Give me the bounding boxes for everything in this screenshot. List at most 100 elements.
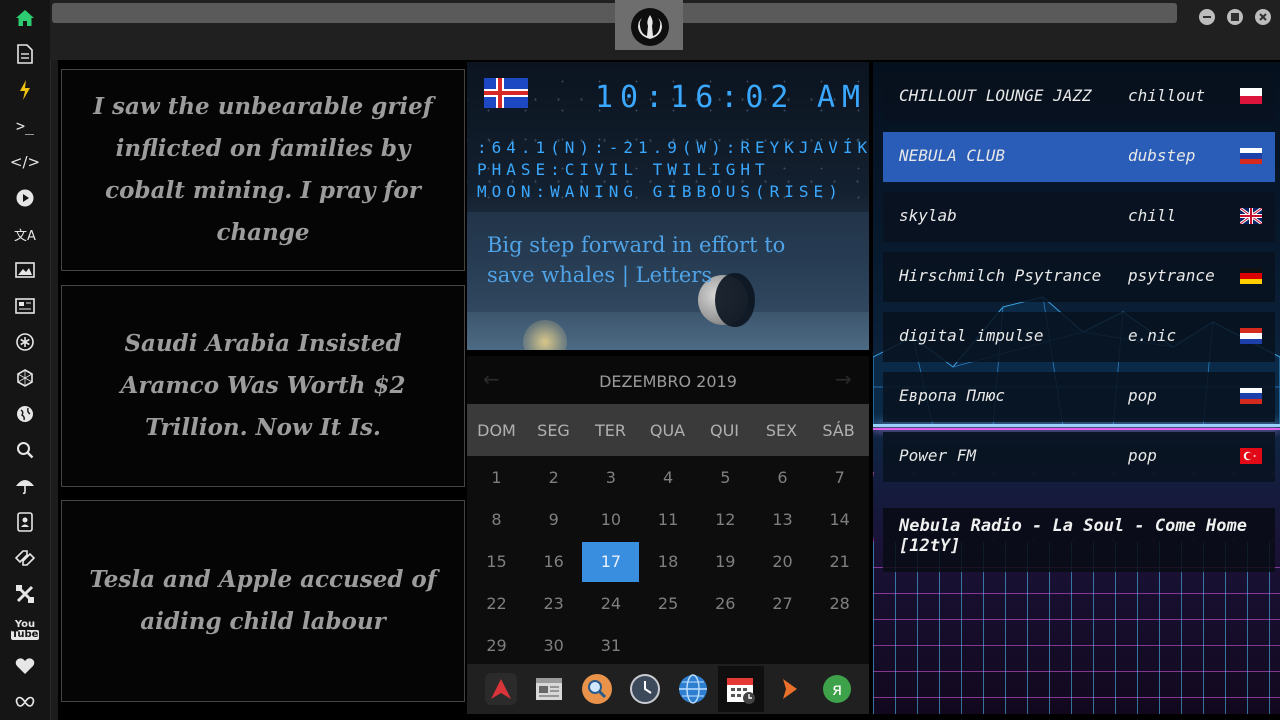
news-quote-card[interactable]: Saudi Arabia Insisted Aramco Was Worth $… bbox=[61, 285, 465, 487]
calendar-day[interactable]: 19 bbox=[697, 542, 754, 582]
station-item[interactable]: digital impulse e.nic bbox=[883, 312, 1275, 362]
calendar-day[interactable]: 18 bbox=[640, 542, 697, 582]
station-item[interactable]: Power FM pop bbox=[883, 432, 1275, 482]
calendar-day[interactable]: 20 bbox=[754, 542, 811, 582]
calendar-day[interactable]: 11 bbox=[640, 500, 697, 540]
station-item[interactable]: CHILLOUT LOUNGE JAZZ chillout bbox=[883, 72, 1275, 122]
turkey-flag-icon bbox=[1240, 448, 1262, 464]
calendar-header: ← DEZEMBRO 2019 → bbox=[467, 356, 869, 404]
search-icon[interactable] bbox=[13, 438, 37, 462]
calendar-day[interactable]: 29 bbox=[468, 626, 525, 666]
minimize-button[interactable] bbox=[1199, 9, 1215, 25]
news-quote-card[interactable]: I saw the unbearable grief inflicted on … bbox=[61, 69, 465, 271]
globe-browser-icon[interactable] bbox=[673, 669, 713, 709]
document-icon[interactable] bbox=[13, 42, 37, 66]
station-item[interactable]: Европа Плюс pop bbox=[883, 372, 1275, 422]
tools-icon[interactable] bbox=[13, 582, 37, 606]
news-icon[interactable] bbox=[13, 294, 37, 318]
yandex-icon[interactable]: я bbox=[817, 669, 857, 709]
calendar-day[interactable]: 26 bbox=[697, 584, 754, 624]
calendar-day[interactable]: 27 bbox=[754, 584, 811, 624]
now-playing-text: Nebula Radio - La Soul - Come Home [12tY… bbox=[899, 516, 1247, 556]
terminal-icon[interactable]: >_ bbox=[13, 114, 37, 138]
calendar-day[interactable]: 16 bbox=[525, 542, 582, 582]
calendar-day[interactable]: 24 bbox=[582, 584, 639, 624]
calendar-day[interactable]: 7 bbox=[811, 458, 868, 498]
calendar-day[interactable]: 3 bbox=[582, 458, 639, 498]
asterisk-icon[interactable] bbox=[13, 330, 37, 354]
close-button[interactable] bbox=[1255, 9, 1271, 25]
clock-phase: PHASE:CIVIL TWILIGHT bbox=[477, 160, 770, 179]
station-item[interactable]: NEBULA CLUB dubstep bbox=[883, 132, 1275, 182]
news-headline[interactable]: Big step forward in effort to save whale… bbox=[487, 230, 817, 290]
calendar-day[interactable]: 1 bbox=[468, 458, 525, 498]
image-icon[interactable] bbox=[13, 258, 37, 282]
weekday-label: QUI bbox=[709, 421, 740, 440]
germany-flag-icon bbox=[1240, 268, 1262, 284]
calendar-day[interactable]: 8 bbox=[468, 500, 525, 540]
calendar-day[interactable]: 14 bbox=[811, 500, 868, 540]
calendar-day[interactable]: 12 bbox=[697, 500, 754, 540]
next-month-button[interactable]: → bbox=[835, 367, 852, 391]
calendar-day[interactable]: 25 bbox=[640, 584, 697, 624]
station-name: NEBULA CLUB bbox=[899, 146, 1005, 165]
app-sidebar: >_ </> 文A You Tube bbox=[0, 0, 51, 720]
maximize-button[interactable] bbox=[1227, 9, 1243, 25]
code-icon[interactable]: </> bbox=[10, 150, 40, 174]
calendar-day[interactable]: 13 bbox=[754, 500, 811, 540]
rebel-alliance-logo-icon[interactable] bbox=[631, 8, 669, 46]
magnifier-icon[interactable] bbox=[577, 669, 617, 709]
calendar-day[interactable]: 4 bbox=[640, 458, 697, 498]
station-genre: chill bbox=[1128, 206, 1177, 225]
station-name: Power FM bbox=[899, 446, 977, 465]
weekday-label: QUA bbox=[649, 421, 686, 440]
russia-flag-icon bbox=[1240, 148, 1262, 164]
sun-glow-icon bbox=[523, 320, 567, 350]
infinity-icon[interactable] bbox=[13, 690, 37, 714]
station-genre: chillout bbox=[1128, 86, 1206, 105]
calendar-day-today[interactable]: 17 bbox=[582, 542, 640, 582]
arrow-app-icon[interactable] bbox=[769, 669, 809, 709]
calendar-day[interactable]: 2 bbox=[525, 458, 582, 498]
calendar-day[interactable]: 15 bbox=[468, 542, 525, 582]
calendar-day[interactable]: 30 bbox=[525, 626, 582, 666]
news-quote-text: Saudi Arabia Insisted Aramco Was Worth $… bbox=[120, 330, 406, 441]
station-item[interactable]: skylab chill bbox=[883, 192, 1275, 242]
calendar-app-icon[interactable] bbox=[718, 666, 764, 712]
calendar-widget: ← DEZEMBRO 2019 → DOM SEG TER QUA QUI SE… bbox=[467, 356, 869, 664]
calendar-day[interactable]: 9 bbox=[525, 500, 582, 540]
calendar-news-icon[interactable] bbox=[529, 669, 569, 709]
calendar-day[interactable]: 6 bbox=[754, 458, 811, 498]
calendar-day[interactable]: 21 bbox=[811, 542, 868, 582]
calendar-day[interactable]: 10 bbox=[582, 500, 639, 540]
contacts-icon[interactable] bbox=[13, 510, 37, 534]
russia-flag-icon bbox=[1240, 388, 1262, 404]
now-playing-panel: Nebula Radio - La Soul - Come Home [12tY… bbox=[883, 508, 1275, 572]
hexagon-icon[interactable] bbox=[13, 366, 37, 390]
station-item[interactable]: Hirschmilch Psytrance psytrance bbox=[883, 252, 1275, 302]
calendar-day[interactable]: 23 bbox=[525, 584, 582, 624]
calendar-day[interactable]: 31 bbox=[582, 626, 639, 666]
globe-icon[interactable] bbox=[13, 402, 37, 426]
translate-icon[interactable]: 文A bbox=[13, 222, 37, 246]
croatia-flag-icon bbox=[1240, 328, 1262, 344]
calendar-month: DEZEMBRO 2019 bbox=[599, 372, 737, 391]
weekday-label: SEX bbox=[765, 421, 798, 440]
youtube-icon[interactable]: You Tube bbox=[10, 618, 40, 642]
heart-icon[interactable] bbox=[13, 654, 37, 678]
lightning-icon[interactable] bbox=[13, 78, 37, 102]
home-icon[interactable] bbox=[13, 6, 37, 30]
station-genre: e.nic bbox=[1128, 326, 1177, 345]
horizon-glow bbox=[873, 428, 1280, 430]
calendar-day[interactable]: 28 bbox=[811, 584, 868, 624]
umbrella-icon[interactable] bbox=[13, 474, 37, 498]
clock-icon[interactable] bbox=[625, 669, 665, 709]
calendar-day[interactable]: 22 bbox=[468, 584, 525, 624]
svg-text:я: я bbox=[832, 680, 842, 700]
play-icon[interactable] bbox=[13, 186, 37, 210]
news-quote-card[interactable]: Tesla and Apple accused of aiding child … bbox=[61, 500, 465, 702]
iceland-flag-icon bbox=[484, 78, 528, 108]
tag-icon[interactable] bbox=[13, 546, 37, 570]
arch-app-icon[interactable] bbox=[481, 669, 521, 709]
calendar-day[interactable]: 5 bbox=[697, 458, 754, 498]
